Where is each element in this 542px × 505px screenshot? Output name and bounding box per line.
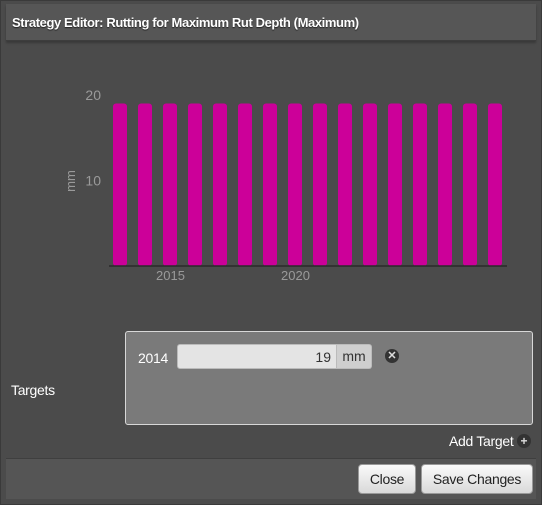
targets-label: Targets: [11, 382, 55, 398]
target-value-input[interactable]: [177, 344, 337, 369]
chart-bar: [363, 103, 377, 266]
chart-bar: [488, 103, 502, 266]
chart-bar: [338, 103, 352, 266]
target-unit-label: mm: [337, 344, 372, 369]
chart-bar: [188, 103, 202, 266]
strategy-editor-dialog: Strategy Editor: Rutting for Maximum Rut…: [0, 0, 542, 505]
chart-bar: [138, 103, 152, 266]
rut-depth-chart: 10 20 2015 2020 mm: [63, 87, 507, 283]
chart-bar: [213, 103, 227, 266]
remove-target-icon[interactable]: ✕: [385, 349, 399, 363]
y-tick-label: 10: [85, 173, 101, 189]
save-changes-button[interactable]: Save Changes: [421, 464, 533, 494]
chart-bar: [388, 103, 402, 266]
dialog-footer: Close Save Changes: [6, 458, 536, 499]
chart-bar: [413, 103, 427, 266]
chart-bar: [163, 103, 177, 266]
add-target-link[interactable]: Add Target: [449, 433, 514, 449]
y-axis-label: mm: [63, 170, 78, 192]
chart-bar: [438, 103, 452, 266]
chart-bar: [263, 103, 277, 266]
x-tick-label: 2015: [156, 268, 185, 283]
x-tick-label: 2020: [281, 268, 310, 283]
chart-bar: [288, 103, 302, 266]
chart-bar: [313, 103, 327, 266]
chart-bar: [238, 103, 252, 266]
target-year: 2014: [138, 350, 168, 366]
add-target-icon[interactable]: +: [517, 434, 531, 448]
y-tick-label: 20: [85, 87, 101, 103]
chart-bar: [113, 103, 127, 266]
targets-panel: 2014 mm ✕: [125, 331, 533, 425]
chart-bar: [463, 103, 477, 266]
close-button[interactable]: Close: [358, 464, 416, 494]
